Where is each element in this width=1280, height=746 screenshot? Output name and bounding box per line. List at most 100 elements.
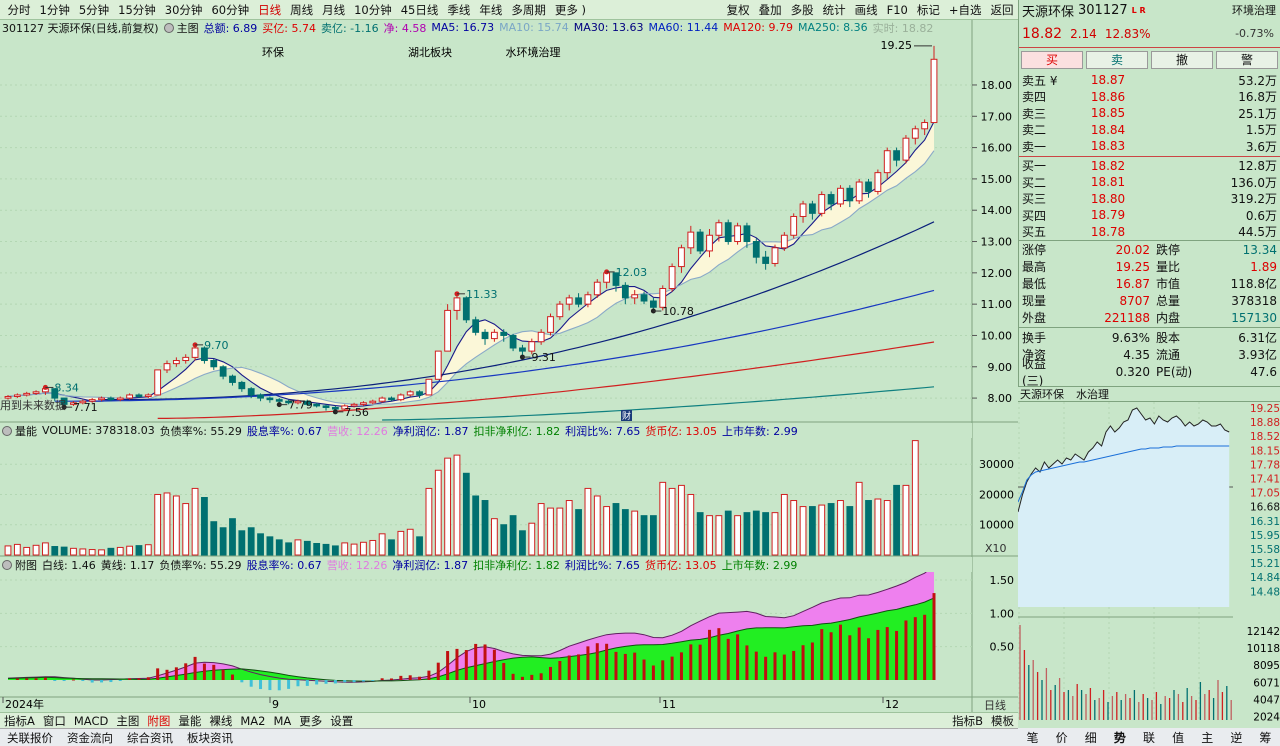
candle-down	[135, 394, 143, 398]
indicator-tab-3[interactable]: 主图	[112, 713, 143, 728]
hist-bar-neg	[259, 680, 263, 690]
indicator-tab-1[interactable]: 窗口	[39, 713, 70, 728]
order-book: 卖五 ¥ 18.87 53.2万 卖四 18.86 16.8万 卖三 18.85 25.1万 卖二…	[1019, 72, 1280, 240]
hist-bar-neg	[268, 680, 272, 691]
mini-tab-2[interactable]: 细	[1076, 729, 1105, 746]
volume-label[interactable]: 量能	[2, 423, 37, 438]
indicator-tab-9[interactable]: 更多	[295, 713, 326, 728]
hist-bar-pos	[558, 660, 562, 680]
hist-bar-pos	[867, 638, 871, 680]
hist-bar-neg	[343, 680, 347, 683]
hist-bar-pos	[408, 675, 412, 680]
stat-row: 现量 8707 总量 378318	[1019, 292, 1280, 309]
buy-button[interactable]: 买	[1021, 51, 1083, 69]
stat-label: 现量	[1022, 294, 1047, 308]
annotation-label: 12.03	[616, 266, 648, 279]
candle-down	[247, 388, 255, 396]
industry-name[interactable]: 环境治理	[1232, 2, 1276, 18]
stat-value: 4.35	[1123, 347, 1150, 362]
price-tick-label: 17.00	[981, 110, 1013, 123]
quote-stats: 涨停 20.02 跌停 13.34 最高 19.25 量比 1.89 最低 16.87 市值 118.…	[1019, 240, 1280, 388]
volume-bar-down	[60, 546, 68, 556]
indicator-tab-8[interactable]: MA	[269, 714, 295, 728]
stat-value: 19.25	[1115, 259, 1150, 274]
volume-bar-up	[444, 457, 452, 556]
sub-label[interactable]: 附图	[2, 557, 37, 572]
date-label: 12	[885, 698, 899, 711]
mini-tab-8[interactable]: 筹	[1251, 729, 1280, 746]
candle-up	[369, 400, 377, 404]
hist-bar-pos	[221, 669, 225, 680]
indicator-tab-7[interactable]: MA2	[236, 714, 269, 728]
candle-down	[210, 360, 218, 368]
sector-tag[interactable]: 环保	[262, 45, 284, 59]
ma5-line	[7, 121, 935, 408]
sector-tag[interactable]: 水环境治理	[506, 45, 561, 59]
buy-price: 18.82	[1090, 158, 1126, 173]
indicator-tab-0[interactable]: 指标A	[0, 713, 39, 728]
sell-label: 卖五 ¥	[1022, 73, 1058, 88]
mini-tab-stock[interactable]: 天源环保	[1020, 386, 1064, 402]
sell-button[interactable]: 卖	[1086, 51, 1148, 69]
price-tick-label: 11.00	[981, 298, 1013, 311]
mini-tab-1[interactable]: 价	[1047, 729, 1076, 746]
mini-tab-3[interactable]: 势	[1105, 729, 1134, 746]
indicator-right-1[interactable]: 模板	[987, 713, 1018, 728]
sell-row: 卖五 ¥ 18.87 53.2万	[1019, 72, 1280, 89]
stat-value: 13.34	[1242, 242, 1277, 257]
hist-bar-pos	[71, 679, 75, 681]
stat-label: 内盘	[1156, 311, 1181, 325]
gear-icon[interactable]	[2, 559, 12, 570]
candle-down	[238, 381, 246, 390]
price-tick-label: 12.00	[981, 267, 1013, 280]
stat-label: 换手	[1022, 331, 1047, 345]
indicator-tab-4[interactable]: 附图	[143, 713, 174, 728]
volume-info-row: 量能 VOLUME: 378318.03 负债率%: 55.29 股息率%: 0…	[0, 423, 972, 438]
price-pct: 12.83%	[1104, 26, 1151, 41]
status-item-0[interactable]: 关联报价	[0, 730, 60, 746]
hist-bar-pos	[586, 646, 590, 680]
mini-price-tick: 14.84	[1250, 572, 1280, 584]
alert-button[interactable]: 警	[1216, 51, 1278, 69]
candle-up	[490, 331, 498, 340]
price-tick-label: 8.00	[988, 392, 1013, 405]
sub-tick-label: 1.00	[990, 607, 1015, 620]
mini-tab-4[interactable]: 联	[1134, 729, 1163, 746]
price-change: 2.14	[1070, 26, 1097, 41]
candle-down	[266, 397, 274, 401]
date-label: 11	[662, 698, 676, 711]
hist-bar-pos	[745, 645, 749, 680]
kline-chart[interactable]: 18.00 17.00 16.00 15.00 14.00 13.00 12.00 11.00…	[0, 0, 1018, 712]
hist-bar-pos	[726, 638, 730, 680]
mini-tab-sector[interactable]: 水治理	[1076, 386, 1109, 402]
volume-bar-down	[500, 524, 508, 556]
indicator-tab-2[interactable]: MACD	[70, 714, 112, 728]
volume-bar-down	[135, 545, 143, 556]
yellow-line-value: 黄线: 1.17	[100, 558, 155, 572]
hist-bar-pos	[679, 652, 683, 680]
cancel-button[interactable]: 撤	[1151, 51, 1213, 69]
sector-tag[interactable]: 湖北板块	[408, 45, 452, 59]
mini-tab-5[interactable]: 值	[1164, 729, 1193, 746]
status-item-2[interactable]: 综合资讯	[120, 730, 180, 746]
mini-tab-7[interactable]: 逆	[1222, 729, 1251, 746]
indicator-tab-6[interactable]: 裸线	[205, 713, 236, 728]
hist-bar-neg	[100, 680, 104, 683]
mini-tab-6[interactable]: 主	[1193, 729, 1222, 746]
quote-header: 天源环保 301127 L R 环境治理	[1019, 0, 1280, 20]
volume-bar-down	[481, 500, 489, 556]
candle-down	[893, 150, 900, 161]
indicator-tab-5[interactable]: 量能	[174, 713, 205, 728]
sub-deducted: 扣非净利亿: 1.82	[473, 558, 560, 572]
status-item-1[interactable]: 资金流向	[60, 730, 120, 746]
gear-icon[interactable]	[2, 425, 12, 436]
indicator-tab-10[interactable]: 设置	[326, 713, 357, 728]
indicator-right-0[interactable]: 指标B	[948, 713, 987, 728]
volume-bar-up	[163, 492, 171, 556]
sell-volume: 3.6万	[1245, 139, 1277, 154]
mini-tab-0[interactable]: 笔	[1018, 729, 1047, 746]
volume-bar-up	[79, 548, 87, 556]
status-item-3[interactable]: 板块资讯	[180, 730, 240, 746]
volume-bar-up	[406, 528, 414, 556]
volume-bar-down	[649, 515, 657, 556]
